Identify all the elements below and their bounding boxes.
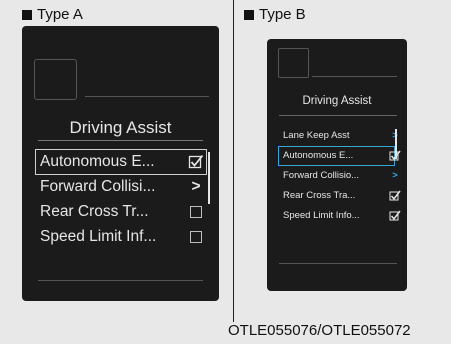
menu-item-lane-keep-assist[interactable]: Lane Keep Asst > xyxy=(279,127,407,145)
type-b-screen: Driving Assist Lane Keep Asst > Autonomo… xyxy=(267,39,407,291)
menu-item-rear-cross-traffic[interactable]: Rear Cross Tra... xyxy=(279,187,407,205)
menu-item-autonomous-emergency[interactable]: Autonomous E... xyxy=(278,146,401,166)
footer-divider xyxy=(279,263,397,264)
menu-item-label: Autonomous E... xyxy=(283,150,354,161)
menu-item-label: Rear Cross Tr... xyxy=(40,203,149,220)
footer-divider xyxy=(38,280,203,281)
type-a-label-text: Type A xyxy=(37,6,83,23)
scrollbar[interactable] xyxy=(395,129,397,159)
header-divider xyxy=(85,96,209,97)
menu-item-speed-limit-info[interactable]: Speed Limit Inf... xyxy=(36,225,206,249)
checkmark-icon xyxy=(389,190,401,201)
menu-item-label: Forward Collisio... xyxy=(283,170,360,181)
checkbox[interactable] xyxy=(188,200,204,226)
column-divider xyxy=(233,0,234,322)
menu-item-forward-collision[interactable]: Forward Collisi... > xyxy=(36,175,206,199)
checkmark-icon xyxy=(389,210,401,221)
type-b-label-text: Type B xyxy=(259,6,306,23)
checkbox[interactable] xyxy=(389,187,401,209)
title-divider xyxy=(38,140,203,141)
menu-item-label: Lane Keep Asst xyxy=(283,130,350,141)
checkbox[interactable] xyxy=(188,150,204,178)
type-b-label: Type B xyxy=(244,6,306,23)
menu-item-autonomous-emergency[interactable]: Autonomous E... xyxy=(35,149,207,175)
chevron-right-icon: > xyxy=(392,170,398,181)
menu-title: Driving Assist xyxy=(302,95,372,107)
empty-widget-box xyxy=(278,48,309,78)
menu-title: Driving Assist xyxy=(69,118,172,137)
menu-item-label: Autonomous E... xyxy=(40,153,155,170)
menu-item-rear-cross-traffic[interactable]: Rear Cross Tr... xyxy=(36,200,206,224)
type-a-label: Type A xyxy=(22,6,83,23)
figure-caption: OTLE055076/OTLE055072 xyxy=(228,322,411,339)
checkbox[interactable] xyxy=(389,207,401,229)
checkbox-empty-icon xyxy=(190,206,202,218)
checkbox[interactable] xyxy=(188,225,204,251)
checkbox-empty-icon xyxy=(190,231,202,243)
type-a-screen: Driving Assist Autonomous E... Forward C… xyxy=(22,26,219,301)
empty-widget-box xyxy=(34,59,77,100)
chevron-right-icon: > xyxy=(191,178,201,195)
square-bullet-icon xyxy=(22,9,32,20)
menu-item-label: Speed Limit Inf... xyxy=(40,228,157,245)
scrollbar[interactable] xyxy=(208,152,210,204)
header-divider xyxy=(312,76,397,77)
menu-item-forward-collision[interactable]: Forward Collisio... > xyxy=(279,167,407,185)
square-bullet-icon xyxy=(244,9,254,20)
title-divider xyxy=(279,115,397,116)
checkmark-icon xyxy=(188,154,204,169)
menu-item-label: Forward Collisi... xyxy=(40,178,156,195)
menu-item-label: Rear Cross Tra... xyxy=(283,190,356,201)
menu-item-speed-limit-info[interactable]: Speed Limit Info... xyxy=(279,207,407,225)
menu-item-label: Speed Limit Info... xyxy=(283,210,360,221)
